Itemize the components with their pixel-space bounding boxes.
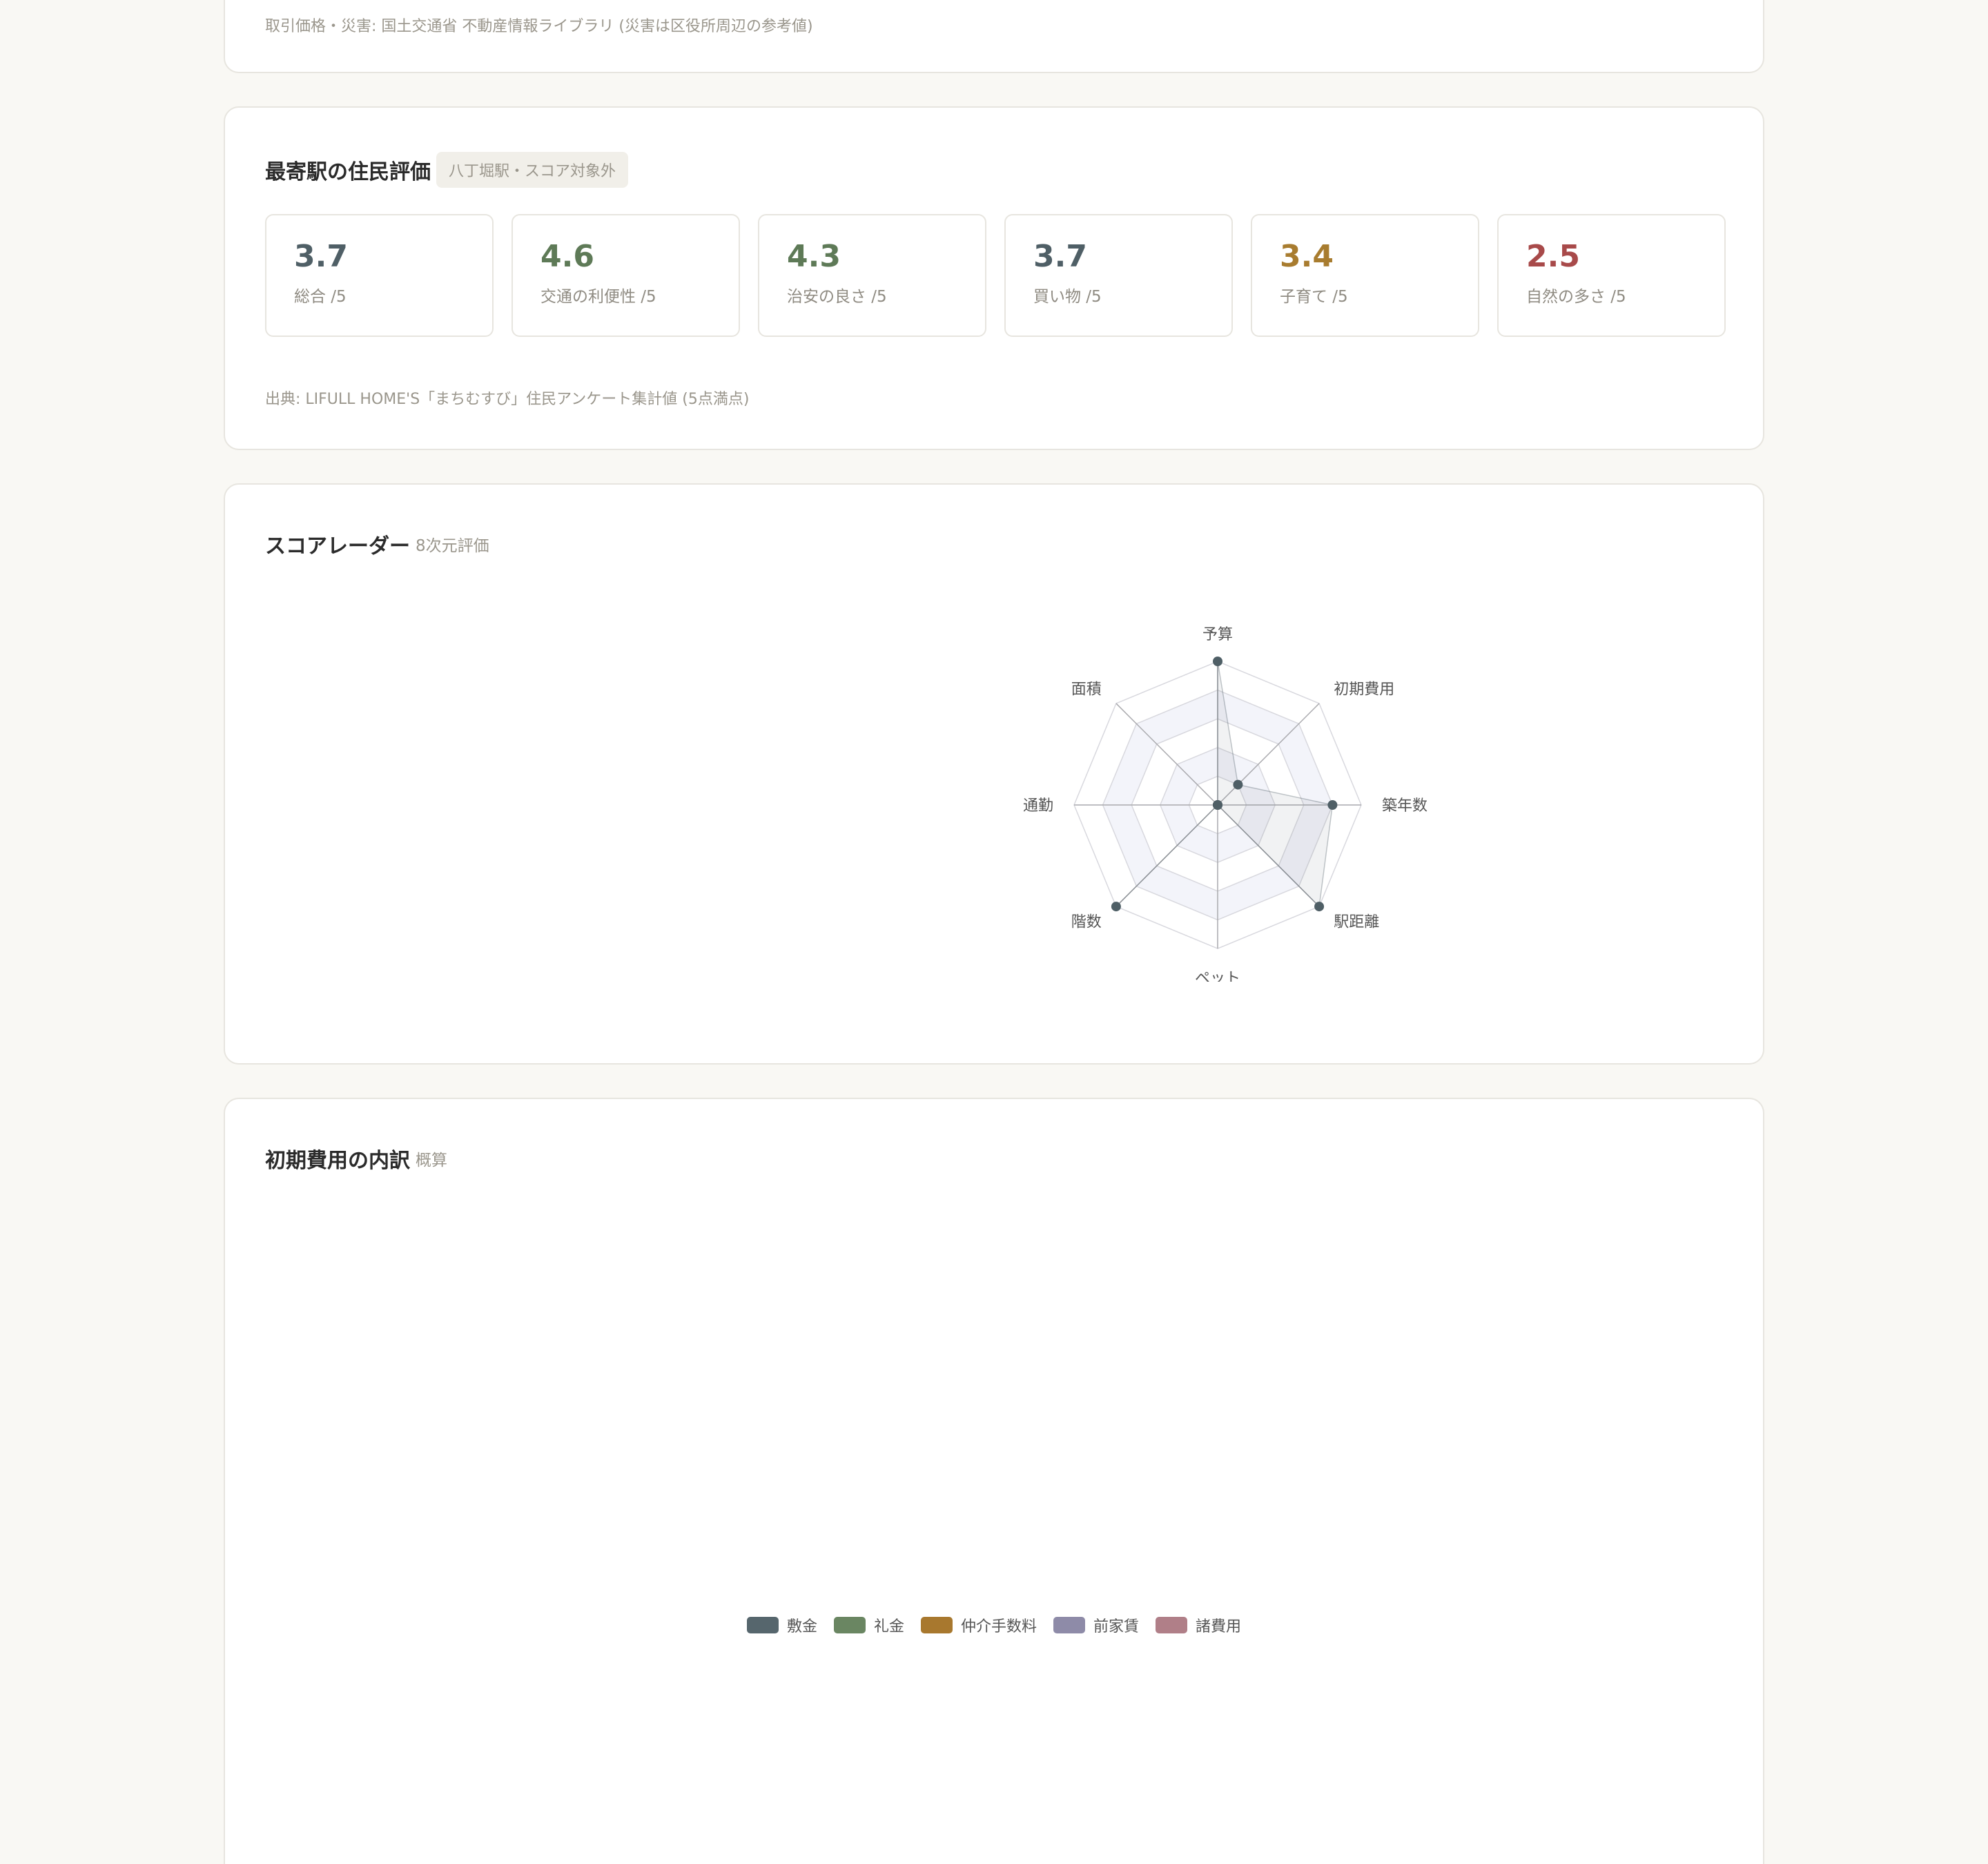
- rating-grid: 3.7 総合 /5 4.6 交通の利便性 /5 4.3 治安の良さ /5 3.7 買い物 /5…: [265, 214, 1726, 337]
- legend-label: 礼金: [873, 1618, 904, 1635]
- legend-swatch: [833, 1617, 866, 1633]
- rating-value: 3.7: [1033, 239, 1087, 274]
- legend-item: 前家賃: [1053, 1614, 1139, 1636]
- station-rating-heading: 最寄駅の住民評価 八丁堀駅・スコア対象外: [265, 152, 629, 188]
- score-radar-chart: 予算初期費用築年数駅距離ペット 階数 通勤 面積: [1023, 626, 1427, 982]
- radar-data-point: [1314, 902, 1325, 912]
- legend-label: 敷金: [786, 1618, 817, 1635]
- radar-title: スコアレーダー: [265, 534, 410, 559]
- radar-axis-label: ペット: [1195, 970, 1240, 982]
- rating-box: 3.4 子育て /5: [1251, 214, 1479, 337]
- rating-label: 買い物 /5: [1033, 288, 1102, 307]
- station-rating-card: 最寄駅の住民評価 八丁堀駅・スコア対象外 3.7 総合 /5 4.6 交通の利便性 /…: [224, 106, 1764, 450]
- radar-data-point: [1111, 902, 1121, 912]
- rating-box: 3.7 買い物 /5: [1004, 214, 1233, 337]
- radar-axis-label: 通勤: [1023, 797, 1053, 815]
- legend-swatch: [1156, 1617, 1188, 1633]
- cost-title: 初期費用の内訳: [265, 1149, 410, 1173]
- radar-axis-label: 面積: [1071, 681, 1102, 699]
- radar-data-point: [1233, 779, 1243, 790]
- legend-label: 仲介手数料: [960, 1618, 1037, 1635]
- score-radar-card: スコアレーダー 8次元評価 予算初期費用築年数駅距離ペット 階数 通勤 面積: [224, 483, 1764, 1065]
- data-source-card: 取引価格・災害: 国土交通省 不動産情報ライブラリ (災害は区役所周辺の参考値): [224, 0, 1764, 73]
- radar-axis-label: 初期費用: [1334, 681, 1394, 699]
- legend-item: 仲介手数料: [920, 1614, 1037, 1636]
- rating-box: 2.5 自然の多さ /5: [1497, 214, 1726, 337]
- legend-label: 諸費用: [1196, 1618, 1242, 1635]
- legend-item: 礼金: [833, 1614, 904, 1636]
- rating-box: 4.3 治安の良さ /5: [758, 214, 986, 337]
- data-source-note: 取引価格・災害: 国土交通省 不動産情報ライブラリ (災害は区役所周辺の参考値): [265, 18, 813, 35]
- station-badge: 八丁堀駅・スコア対象外: [436, 152, 629, 188]
- radar-axis-label: 階数: [1071, 913, 1102, 931]
- rating-label: 自然の多さ /5: [1526, 288, 1626, 307]
- rating-box: 3.7 総合 /5: [265, 214, 494, 337]
- radar-heading: スコアレーダー 8次元評価: [265, 529, 489, 559]
- rating-value: 2.5: [1526, 239, 1580, 274]
- radar-axis-label: 予算: [1202, 626, 1233, 643]
- cost-legend: 敷金 礼金 仲介手数料 前家賃 諸費用: [225, 1614, 1763, 1636]
- radar-axis-label: 築年数: [1382, 797, 1427, 815]
- rating-box: 4.6 交通の利便性 /5: [511, 214, 740, 337]
- rating-value: 3.4: [1280, 239, 1334, 274]
- rating-value: 4.3: [787, 239, 841, 274]
- cost-heading: 初期費用の内訳 概算: [265, 1143, 447, 1174]
- cost-subtitle: 概算: [416, 1152, 447, 1169]
- radar-data-point: [1213, 657, 1222, 666]
- radar-data-point: [1327, 800, 1338, 810]
- radar-axis-label: 駅距離: [1334, 913, 1379, 931]
- station-rating-title: 最寄駅の住民評価: [265, 160, 431, 184]
- initial-cost-card: 初期費用の内訳 概算 敷金 礼金 仲介手数料 前家賃 諸費用: [224, 1098, 1764, 1864]
- rating-label: 子育て /5: [1280, 288, 1348, 307]
- legend-swatch: [1053, 1617, 1085, 1633]
- legend-item: 敷金: [746, 1614, 817, 1636]
- radar-subtitle: 8次元評価: [416, 537, 489, 555]
- legend-item: 諸費用: [1156, 1614, 1241, 1636]
- legend-swatch: [920, 1617, 953, 1633]
- radar-data-point: [1213, 800, 1222, 810]
- rating-label: 治安の良さ /5: [787, 288, 887, 307]
- rating-label: 総合 /5: [294, 288, 347, 307]
- legend-label: 前家賃: [1093, 1618, 1140, 1635]
- rating-label: 交通の利便性 /5: [540, 288, 656, 307]
- rating-source-note: 出典: LIFULL HOME'S「まちむすび」住民アンケート集計値 (5点満点…: [265, 391, 750, 408]
- rating-value: 3.7: [294, 239, 348, 274]
- legend-swatch: [746, 1617, 779, 1633]
- rating-value: 4.6: [540, 239, 594, 274]
